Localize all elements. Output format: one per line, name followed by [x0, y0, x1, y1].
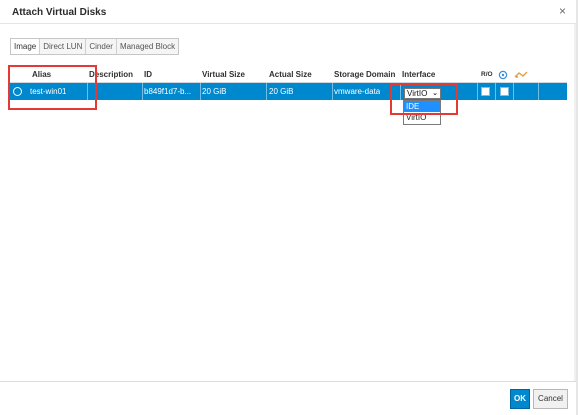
- dialog-title: Attach Virtual Disks: [12, 7, 107, 18]
- cell-virtual-size: 20 GiB: [202, 87, 227, 96]
- column-divider: [332, 83, 333, 100]
- cancel-button[interactable]: Cancel: [533, 389, 568, 409]
- column-header-storage-domain[interactable]: Storage Domain: [334, 70, 395, 79]
- shared-disk-icon: [498, 70, 508, 82]
- dialog-footer: OK Cancel: [0, 381, 576, 415]
- column-divider: [538, 83, 539, 100]
- tab-direct-lun[interactable]: Direct LUN: [40, 39, 87, 54]
- column-divider: [266, 83, 267, 100]
- column-divider: [513, 83, 514, 100]
- column-header-virtual-size[interactable]: Virtual Size: [202, 70, 245, 79]
- ro-checkbox[interactable]: [481, 87, 490, 96]
- highlight-box-alias: [8, 65, 97, 110]
- cell-id: b849f1d7-b...: [144, 87, 192, 96]
- column-divider: [142, 83, 143, 100]
- cell-actual-size: 20 GiB: [269, 87, 294, 96]
- column-divider: [477, 83, 478, 100]
- column-header-id[interactable]: ID: [144, 70, 152, 79]
- disk-type-tabs: Image Direct LUN Cinder Managed Block: [10, 38, 180, 55]
- ok-button[interactable]: OK: [510, 389, 530, 409]
- close-button[interactable]: ×: [559, 5, 566, 17]
- column-divider: [495, 83, 496, 100]
- highlight-box-interface: [390, 83, 458, 115]
- column-header-interface[interactable]: Interface: [402, 70, 435, 79]
- cell-storage-domain: vmware-data: [334, 87, 381, 96]
- tab-image[interactable]: Image: [11, 39, 41, 54]
- tab-cinder[interactable]: Cinder: [86, 39, 117, 54]
- bootable-checkbox[interactable]: [500, 87, 509, 96]
- dialog-header: Attach Virtual Disks ×: [0, 0, 576, 24]
- bootable-disk-icon: [514, 71, 528, 81]
- column-divider: [200, 83, 201, 100]
- tab-managed-block[interactable]: Managed Block: [116, 39, 179, 54]
- column-header-ro[interactable]: R/O: [481, 71, 493, 78]
- scrollbar-track[interactable]: [574, 24, 576, 381]
- column-header-actual-size[interactable]: Actual Size: [269, 70, 312, 79]
- attach-virtual-disks-dialog: Attach Virtual Disks × Image Direct LUN …: [0, 0, 578, 415]
